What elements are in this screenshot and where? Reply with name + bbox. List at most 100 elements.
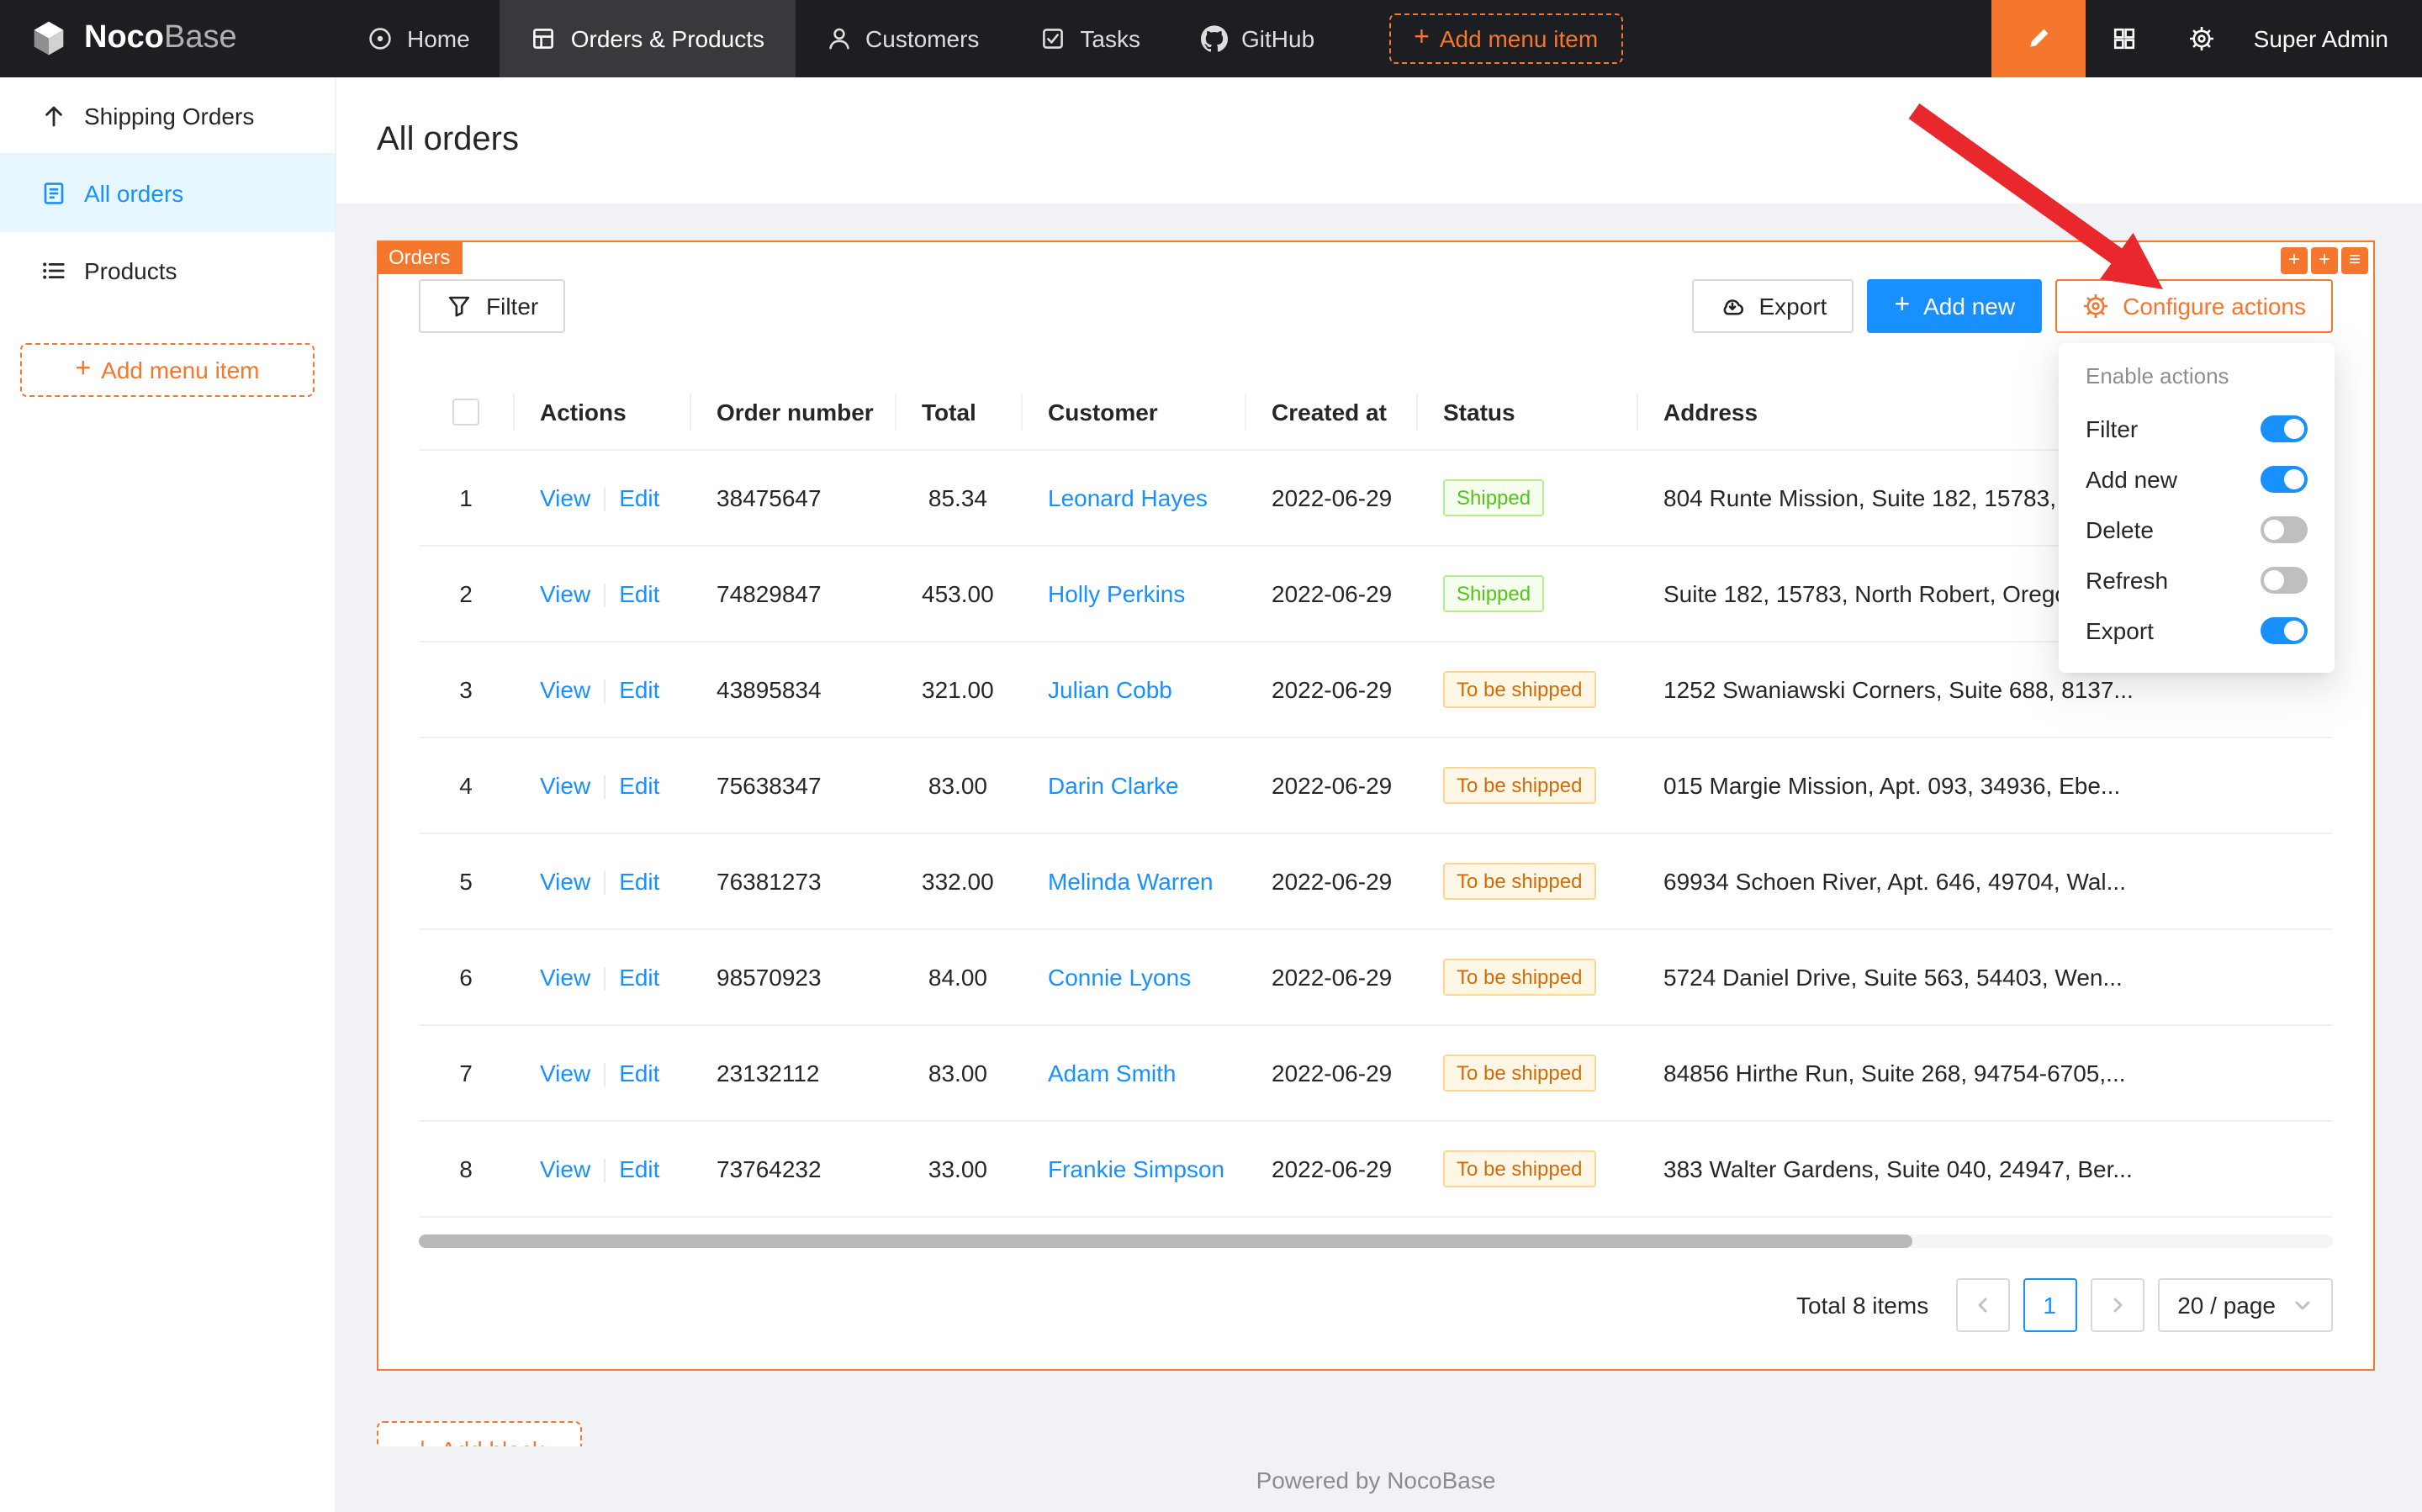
sidebar-item-products[interactable]: Products <box>0 232 335 309</box>
export-toggle[interactable] <box>2261 617 2308 644</box>
add-block-icon[interactable]: + <box>2311 247 2338 274</box>
column-header-total: Total <box>895 373 1021 451</box>
cloud-download-icon <box>1719 293 1746 320</box>
view-link[interactable]: View <box>540 868 590 895</box>
created-at-cell: 2022-06-29 <box>1245 547 1416 642</box>
plugin-manager-button[interactable] <box>2086 0 2163 77</box>
plus-icon: + <box>1414 25 1430 52</box>
configure-actions-button[interactable]: Configure actions <box>2055 279 2333 333</box>
nocobase-logo[interactable]: NocoBase <box>0 17 336 61</box>
total-cell: 83.00 <box>895 1026 1021 1122</box>
view-link[interactable]: View <box>540 580 590 607</box>
view-link[interactable]: View <box>540 484 590 511</box>
settings-button[interactable] <box>2163 0 2240 77</box>
drag-handle-icon[interactable]: + <box>2281 247 2308 274</box>
edit-link[interactable]: Edit <box>619 772 659 799</box>
ui-editor-button[interactable] <box>1991 0 2086 77</box>
nav-add-menu-item-button[interactable]: + Add menu item <box>1388 13 1623 64</box>
view-link[interactable]: View <box>540 964 590 991</box>
created-at-cell: 2022-06-29 <box>1245 834 1416 930</box>
customer-link[interactable]: Connie Lyons <box>1048 965 1191 991</box>
status-badge: To be shipped <box>1443 768 1595 805</box>
customer-link[interactable]: Julian Cobb <box>1048 677 1172 704</box>
pagination-prev-button[interactable] <box>1955 1279 2009 1333</box>
main-nav: Home Orders & Products Customers Tasks G… <box>336 0 1623 77</box>
divider <box>604 680 606 704</box>
view-link[interactable]: View <box>540 1060 590 1086</box>
customer-link[interactable]: Leonard Hayes <box>1048 485 1208 512</box>
user-menu[interactable]: Super Admin <box>2240 25 2422 52</box>
divider <box>604 872 606 896</box>
nav-item-label: Tasks <box>1080 25 1140 52</box>
sidebar-item-shipping-orders[interactable]: Shipping Orders <box>0 77 335 155</box>
plus-icon: + <box>75 357 91 383</box>
edit-link[interactable]: Edit <box>619 484 659 511</box>
add-block-clipped: + Add block <box>377 1422 582 1447</box>
customer-link[interactable]: Adam Smith <box>1048 1060 1177 1087</box>
page-size-select[interactable]: 20 / page <box>2157 1279 2333 1333</box>
table-row: 5 ViewEdit 76381273 332.00 Melinda Warre… <box>419 834 2333 930</box>
sidebar-add-menu-item-button[interactable]: + Add menu item <box>20 343 315 397</box>
table-row: 6 ViewEdit 98570923 84.00 Connie Lyons 2… <box>419 930 2333 1026</box>
export-button[interactable]: Export <box>1692 279 1854 333</box>
nav-item-github[interactable]: GitHub <box>1171 0 1345 77</box>
block-menu-icon[interactable]: ≡ <box>2341 247 2368 274</box>
plus-icon: + <box>415 1437 431 1447</box>
order-number-cell: 38475647 <box>690 451 895 547</box>
toolbar-actions: Export + Add new Configure actions <box>1692 279 2334 333</box>
page-title: All orders <box>377 121 519 160</box>
row-index: 2 <box>419 547 513 642</box>
block-collection-tag: Orders <box>377 241 462 274</box>
customer-link[interactable]: Frankie Simpson <box>1048 1156 1224 1183</box>
chevron-left-icon <box>1972 1296 1992 1316</box>
edit-link[interactable]: Edit <box>619 1155 659 1182</box>
address-cell: 84856 Hirthe Run, Suite 268, 94754-6705,… <box>1637 1026 2333 1122</box>
status-badge: Shipped <box>1443 480 1544 517</box>
check-square-icon <box>1039 25 1066 52</box>
sidebar: Shipping Orders All orders Products + Ad… <box>0 77 336 1512</box>
add-new-toggle[interactable] <box>2261 466 2308 493</box>
customer-link[interactable]: Holly Perkins <box>1048 581 1185 608</box>
screen: NocoBase Home Orders & Products Customer… <box>0 0 2422 1512</box>
table-row: 3 ViewEdit 43895834 321.00 Julian Cobb 2… <box>419 642 2333 738</box>
select-all-checkbox[interactable] <box>452 399 479 426</box>
nav-item-orders-products[interactable]: Orders & Products <box>500 0 795 77</box>
filter-button[interactable]: Filter <box>419 279 565 333</box>
pagination-next-button[interactable] <box>2090 1279 2144 1333</box>
add-new-button[interactable]: + Add new <box>1867 279 2042 333</box>
home-icon <box>367 25 394 52</box>
nav-item-home[interactable]: Home <box>336 0 500 77</box>
status-badge: Shipped <box>1443 576 1544 613</box>
order-number-cell: 98570923 <box>690 930 895 1026</box>
nav-item-tasks[interactable]: Tasks <box>1009 0 1171 77</box>
refresh-toggle[interactable] <box>2261 567 2308 594</box>
scrollbar-thumb[interactable] <box>419 1235 1912 1249</box>
edit-link[interactable]: Edit <box>619 580 659 607</box>
status-badge: To be shipped <box>1443 1151 1595 1188</box>
view-link[interactable]: View <box>540 676 590 703</box>
pagination-page-1[interactable]: 1 <box>2023 1279 2076 1333</box>
delete-toggle[interactable] <box>2261 516 2308 543</box>
customer-link[interactable]: Darin Clarke <box>1048 773 1179 800</box>
view-link[interactable]: View <box>540 772 590 799</box>
edit-link[interactable]: Edit <box>619 964 659 991</box>
edit-link[interactable]: Edit <box>619 868 659 895</box>
layout-icon <box>531 25 558 52</box>
customer-link[interactable]: Melinda Warren <box>1048 869 1214 896</box>
nav-item-customers[interactable]: Customers <box>795 0 1009 77</box>
navbar-right: Super Admin <box>1991 0 2422 77</box>
dropdown-item-filter: Filter <box>2059 404 2335 454</box>
edit-link[interactable]: Edit <box>619 676 659 703</box>
edit-link[interactable]: Edit <box>619 1060 659 1086</box>
plus-icon: + <box>1894 293 1910 320</box>
sidebar-item-label: Shipping Orders <box>84 102 254 129</box>
view-link[interactable]: View <box>540 1155 590 1182</box>
sidebar-item-all-orders[interactable]: All orders <box>0 155 335 232</box>
table-toolbar: Filter Export + Add new Con <box>419 279 2333 333</box>
table-row: 8 ViewEdit 73764232 33.00 Frankie Simpso… <box>419 1122 2333 1218</box>
row-index: 7 <box>419 1026 513 1122</box>
filter-toggle[interactable] <box>2261 415 2308 442</box>
add-block-button[interactable]: + Add block <box>377 1422 582 1447</box>
nav-item-label: Customers <box>865 25 979 52</box>
total-cell: 84.00 <box>895 930 1021 1026</box>
